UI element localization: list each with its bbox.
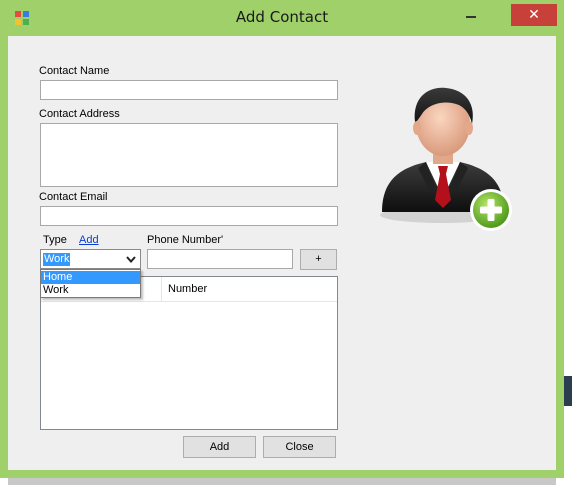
type-combobox[interactable]: Work <box>40 249 141 269</box>
phone-numbers-list[interactable]: Number <box>40 276 338 430</box>
contact-add-avatar-icon <box>380 87 512 231</box>
close-window-button[interactable]: ✕ <box>511 4 557 26</box>
contact-name-label: Contact Name <box>39 65 110 77</box>
add-type-link[interactable]: Add <box>79 234 99 246</box>
phone-number-label: Phone Number' <box>147 234 224 246</box>
type-label: Type <box>43 234 67 246</box>
contact-address-label: Contact Address <box>39 108 120 120</box>
contact-email-label: Contact Email <box>39 191 108 203</box>
minimize-button[interactable] <box>458 5 484 27</box>
type-option-work[interactable]: Work <box>41 284 140 297</box>
add-contact-window: Add Contact ✕ Contact Name Contact Addre… <box>0 0 564 478</box>
type-dropdown-list: Home Work <box>40 269 141 298</box>
dialog-client-area: Contact Name Contact Address Contact Ema… <box>8 36 556 470</box>
phone-number-input[interactable] <box>147 249 293 269</box>
add-phone-button[interactable]: + <box>300 249 337 270</box>
list-column-number[interactable]: Number <box>168 283 207 295</box>
contact-name-input[interactable] <box>40 80 338 100</box>
contact-email-input[interactable] <box>40 206 338 226</box>
chevron-down-icon[interactable] <box>123 251 139 267</box>
title-bar[interactable]: Add Contact ✕ <box>0 0 564 36</box>
add-button[interactable]: Add <box>183 436 256 458</box>
close-button[interactable]: Close <box>263 436 336 458</box>
type-option-home[interactable]: Home <box>41 271 140 284</box>
contact-address-input[interactable] <box>40 123 338 187</box>
type-combobox-value: Work <box>43 253 71 266</box>
